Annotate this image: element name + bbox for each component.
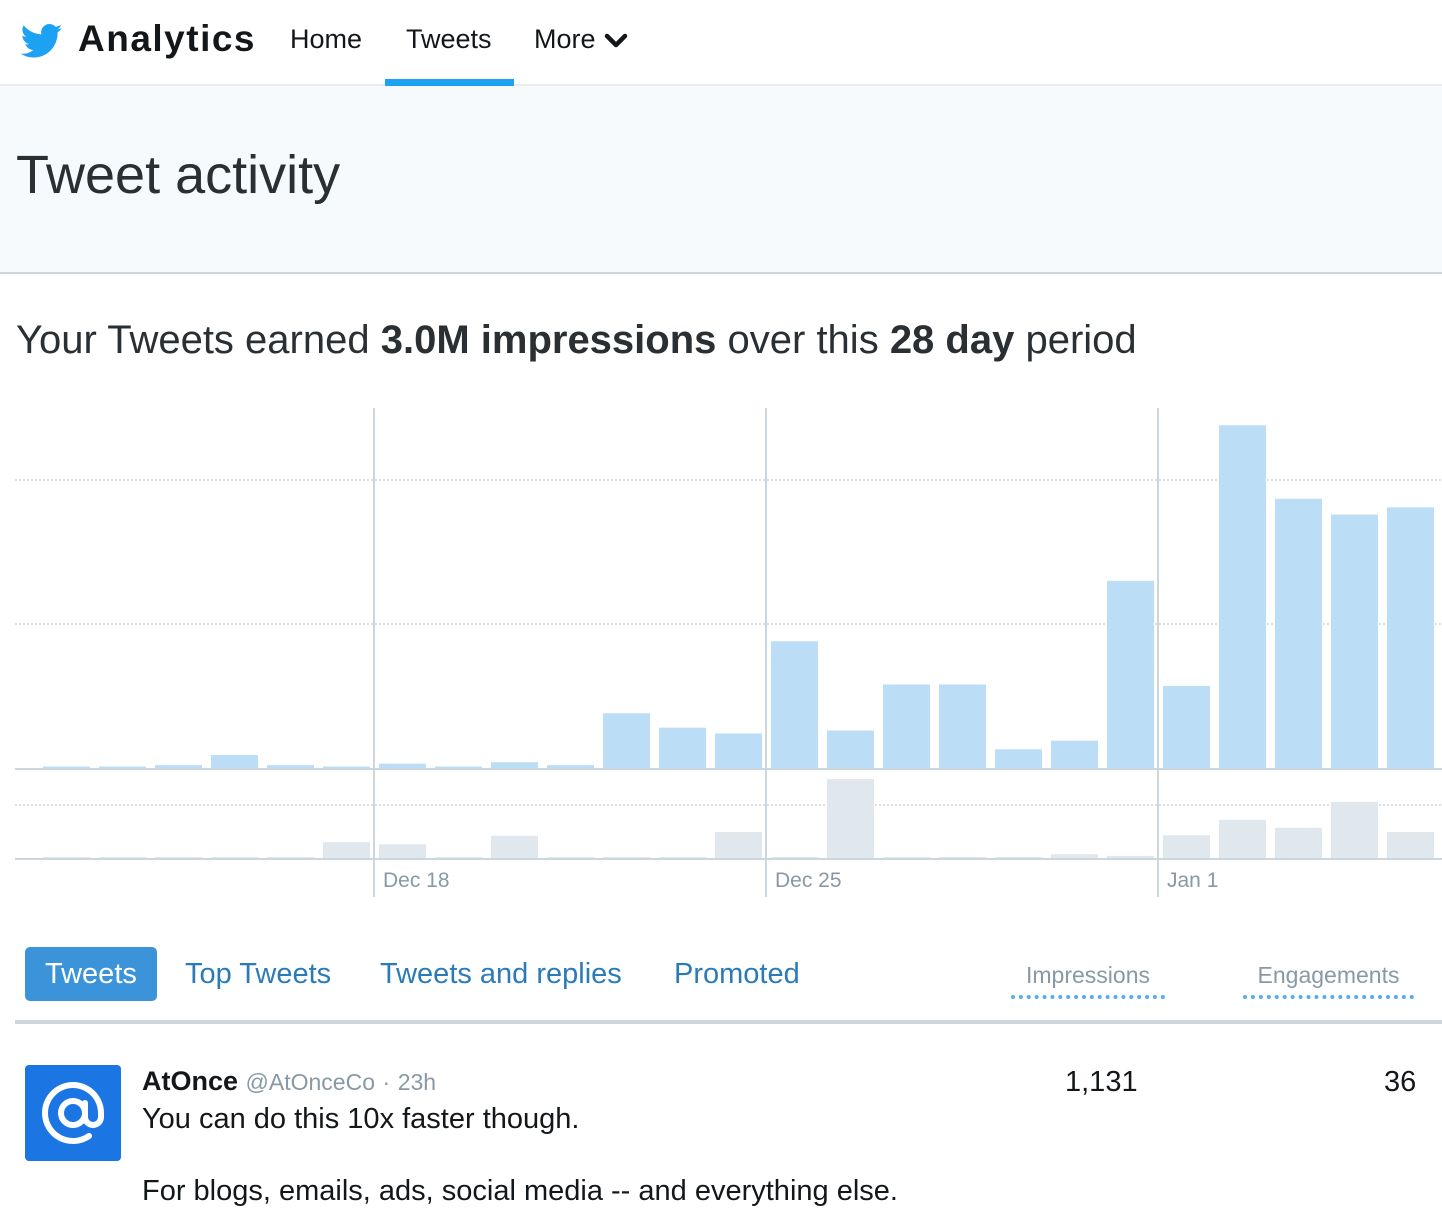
nav-home[interactable]: Home xyxy=(290,24,362,55)
engagements-bar xyxy=(827,779,874,858)
nav-tweets[interactable]: Tweets xyxy=(406,24,492,55)
impressions-bar xyxy=(43,766,90,768)
impressions-bar xyxy=(1331,514,1378,768)
impressions-summary: Your Tweets earned 3.0M impressions over… xyxy=(16,318,1137,363)
engagements-bar xyxy=(1051,854,1098,858)
impressions-bar xyxy=(1051,740,1098,768)
engagements-bar xyxy=(379,844,426,858)
engagements-bar xyxy=(211,856,258,858)
avatar[interactable] xyxy=(25,1065,121,1161)
impressions-bar xyxy=(211,755,258,768)
tweet-separator: · xyxy=(382,1069,391,1095)
engagements-bar xyxy=(1163,835,1210,858)
page-header: Tweet activity xyxy=(0,86,1442,274)
impressions-bar xyxy=(1163,685,1210,768)
twitter-bird-icon[interactable] xyxy=(18,20,66,62)
engagements-bar xyxy=(155,856,202,858)
impressions-bar xyxy=(267,765,314,768)
impressions-bar xyxy=(603,713,650,768)
tabs-divider xyxy=(15,1020,1442,1024)
impressions-bar xyxy=(547,765,594,768)
tab-top-tweets[interactable]: Top Tweets xyxy=(185,947,331,1001)
engagements-bar xyxy=(939,857,986,858)
tweet-text-line-2: For blogs, emails, ads, social media -- … xyxy=(142,1175,898,1207)
engagements-column-header[interactable]: Engagements xyxy=(1243,962,1414,999)
impressions-bar xyxy=(995,749,1042,768)
tweet-impressions: 1,131 xyxy=(1065,1066,1138,1098)
impressions-bar xyxy=(883,684,930,768)
engagements-bar xyxy=(491,835,538,858)
tab-tweets[interactable]: Tweets xyxy=(25,947,157,1001)
nav-more[interactable]: More xyxy=(534,24,628,55)
impressions-bar xyxy=(1275,498,1322,768)
engagements-bar xyxy=(995,857,1042,858)
tweet-timestamp[interactable]: 23h xyxy=(398,1069,436,1095)
tweet-text-line-1: You can do this 10x faster though. xyxy=(142,1103,580,1135)
activity-chart: Dec 18 Dec 25 Jan 1 xyxy=(15,408,1442,897)
impressions-bar xyxy=(771,641,818,768)
impressions-bar xyxy=(99,766,146,768)
engagements-bar xyxy=(1331,801,1378,858)
brand-title[interactable]: Analytics xyxy=(78,18,256,60)
engagements-bar xyxy=(99,856,146,858)
impressions-bar xyxy=(1219,425,1266,768)
tweet-engagements: 36 xyxy=(1384,1066,1417,1098)
engagements-bar xyxy=(1219,819,1266,858)
x-tick-label: Dec 18 xyxy=(383,869,450,892)
impressions-bar xyxy=(435,766,482,768)
tweet-author-handle[interactable]: @AtOnceCo xyxy=(246,1069,375,1095)
engagements-bar xyxy=(1387,832,1434,858)
summary-period: 28 day xyxy=(889,318,1015,362)
impressions-bar xyxy=(1107,580,1154,768)
x-tick-label: Dec 25 xyxy=(775,869,842,892)
summary-suffix: period xyxy=(1014,318,1137,362)
impressions-bar xyxy=(715,733,762,768)
engagements-bar xyxy=(659,856,706,858)
x-tick-label: Jan 1 xyxy=(1167,869,1218,892)
summary-impressions: 3.0M impressions xyxy=(380,318,717,362)
engagements-bar xyxy=(715,832,762,858)
tab-tweets-and-replies[interactable]: Tweets and replies xyxy=(380,947,622,1001)
impressions-bar xyxy=(659,727,706,768)
engagements-bar xyxy=(547,856,594,858)
engagements-bar xyxy=(883,856,930,858)
engagements-bar xyxy=(43,856,90,858)
impressions-bar xyxy=(323,766,370,768)
impressions-bar xyxy=(1387,507,1434,768)
engagements-bar xyxy=(1275,827,1322,858)
engagements-bar xyxy=(323,842,370,858)
engagements-bar xyxy=(435,856,482,858)
engagements-bar xyxy=(267,856,314,858)
nav-more-label: More xyxy=(534,24,596,54)
engagements-bar xyxy=(603,856,650,858)
summary-prefix: Your Tweets earned xyxy=(16,318,381,362)
tweet-header: AtOnce @AtOnceCo · 23h xyxy=(142,1066,436,1097)
at-sign-icon xyxy=(42,1082,104,1145)
engagements-bar xyxy=(771,857,818,858)
chevron-down-icon xyxy=(604,33,627,48)
tab-promoted[interactable]: Promoted xyxy=(674,947,800,1001)
impressions-bar xyxy=(379,763,426,768)
impressions-bar xyxy=(827,730,874,768)
engagements-bar xyxy=(1107,855,1154,858)
summary-middle: over this xyxy=(716,318,890,362)
top-nav: Analytics Home Tweets More xyxy=(0,0,1442,86)
impressions-column-header[interactable]: Impressions xyxy=(1011,962,1165,999)
page-title: Tweet activity xyxy=(16,145,341,205)
active-tab-indicator xyxy=(385,79,514,86)
impressions-bar xyxy=(491,762,538,768)
impressions-bar xyxy=(939,684,986,768)
tweet-author-name[interactable]: AtOnce xyxy=(142,1066,238,1096)
impressions-bar xyxy=(155,765,202,768)
